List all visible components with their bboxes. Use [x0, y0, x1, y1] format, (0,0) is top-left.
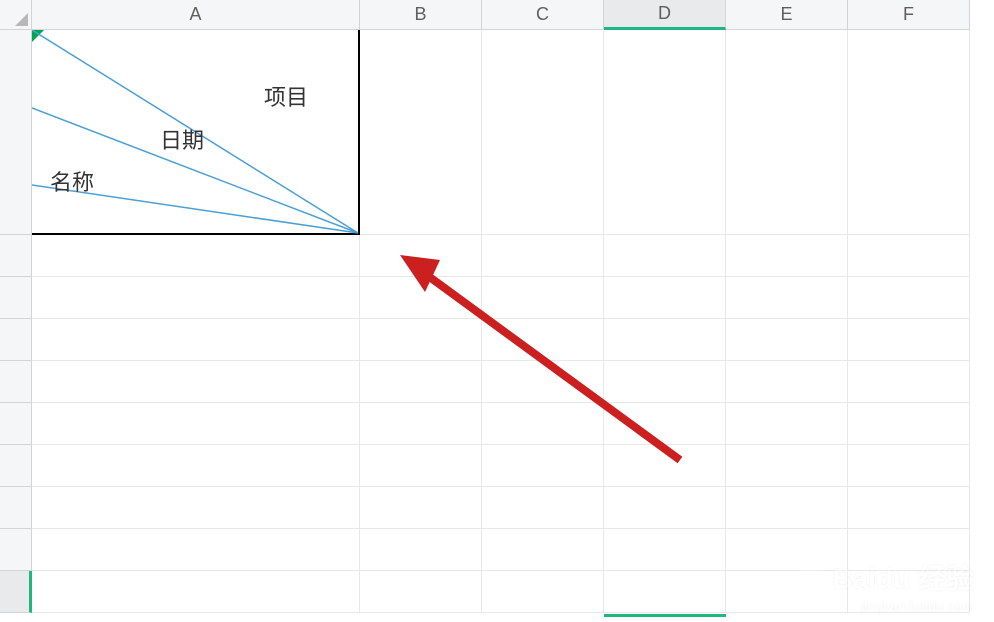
cell-d9[interactable]	[604, 529, 726, 571]
cell-f8[interactable]	[848, 487, 970, 529]
cell-c8[interactable]	[482, 487, 604, 529]
cell-e1[interactable]	[726, 30, 848, 235]
column-header-c[interactable]: C	[482, 0, 604, 30]
cell-e6[interactable]	[726, 403, 848, 445]
cell-b6[interactable]	[360, 403, 482, 445]
cell-d8[interactable]	[604, 487, 726, 529]
grid-row-5	[32, 361, 970, 403]
cell-e9[interactable]	[726, 529, 848, 571]
cell-a10[interactable]	[32, 571, 360, 613]
grid-row-1: 项目 日期 名称	[32, 30, 970, 235]
cell-d4[interactable]	[604, 319, 726, 361]
select-all-button[interactable]	[0, 0, 32, 30]
row-header-7[interactable]	[0, 445, 32, 487]
cell-b8[interactable]	[360, 487, 482, 529]
cell-c10[interactable]	[482, 571, 604, 613]
cells-grid: 项目 日期 名称	[32, 30, 970, 613]
cell-e3[interactable]	[726, 277, 848, 319]
cell-a1[interactable]: 项目 日期 名称	[32, 30, 360, 235]
cell-a8[interactable]	[32, 487, 360, 529]
cell-c3[interactable]	[482, 277, 604, 319]
column-header-e[interactable]: E	[726, 0, 848, 30]
column-header-a[interactable]: A	[32, 0, 360, 30]
cell-a1-label-project: 项目	[264, 80, 308, 112]
column-header-b[interactable]: B	[360, 0, 482, 30]
cell-d5[interactable]	[604, 361, 726, 403]
cell-c1[interactable]	[482, 30, 604, 235]
cell-f10[interactable]	[848, 571, 970, 613]
row-header-2[interactable]	[0, 235, 32, 277]
grid-row-3	[32, 277, 970, 319]
row-header-8[interactable]	[0, 487, 32, 529]
cell-a6[interactable]	[32, 403, 360, 445]
cell-a2[interactable]	[32, 235, 360, 277]
grid-row-6	[32, 403, 970, 445]
cell-f3[interactable]	[848, 277, 970, 319]
column-headers-row: A B C D E F	[0, 0, 970, 30]
cell-b10[interactable]	[360, 571, 482, 613]
cell-f9[interactable]	[848, 529, 970, 571]
cell-e5[interactable]	[726, 361, 848, 403]
cell-d3[interactable]	[604, 277, 726, 319]
cell-b4[interactable]	[360, 319, 482, 361]
cell-c9[interactable]	[482, 529, 604, 571]
row-header-5[interactable]	[0, 361, 32, 403]
grid-row-10	[32, 571, 970, 613]
cell-b2[interactable]	[360, 235, 482, 277]
cell-f2[interactable]	[848, 235, 970, 277]
cell-e2[interactable]	[726, 235, 848, 277]
cell-b3[interactable]	[360, 277, 482, 319]
cell-c4[interactable]	[482, 319, 604, 361]
row-header-3[interactable]	[0, 277, 32, 319]
cell-d1[interactable]	[604, 30, 726, 235]
cell-f4[interactable]	[848, 319, 970, 361]
column-header-d[interactable]: D	[604, 0, 726, 30]
cell-d10[interactable]	[604, 571, 726, 613]
row-header-10[interactable]	[0, 571, 32, 613]
cell-a1-label-name: 名称	[50, 165, 94, 197]
cell-f5[interactable]	[848, 361, 970, 403]
cell-e7[interactable]	[726, 445, 848, 487]
column-header-f[interactable]: F	[848, 0, 970, 30]
cell-b5[interactable]	[360, 361, 482, 403]
cell-a3[interactable]	[32, 277, 360, 319]
cell-e4[interactable]	[726, 319, 848, 361]
cell-d2[interactable]	[604, 235, 726, 277]
cell-d6[interactable]	[604, 403, 726, 445]
cell-f1[interactable]	[848, 30, 970, 235]
cell-a5[interactable]	[32, 361, 360, 403]
row-header-9[interactable]	[0, 529, 32, 571]
grid-row-7	[32, 445, 970, 487]
cell-c5[interactable]	[482, 361, 604, 403]
grid-row-8	[32, 487, 970, 529]
row-header-4[interactable]	[0, 319, 32, 361]
cell-e10[interactable]	[726, 571, 848, 613]
cell-a4[interactable]	[32, 319, 360, 361]
cell-b1[interactable]	[360, 30, 482, 235]
row-headers-column	[0, 30, 32, 613]
cell-c6[interactable]	[482, 403, 604, 445]
grid-row-4	[32, 319, 970, 361]
cell-c2[interactable]	[482, 235, 604, 277]
cell-b7[interactable]	[360, 445, 482, 487]
row-header-6[interactable]	[0, 403, 32, 445]
cell-f7[interactable]	[848, 445, 970, 487]
cell-f6[interactable]	[848, 403, 970, 445]
cell-d7[interactable]	[604, 445, 726, 487]
cell-b9[interactable]	[360, 529, 482, 571]
cell-a1-label-date: 日期	[160, 123, 204, 155]
cell-c7[interactable]	[482, 445, 604, 487]
row-header-1[interactable]	[0, 30, 32, 235]
grid-row-9	[32, 529, 970, 571]
cell-a9[interactable]	[32, 529, 360, 571]
grid-row-2	[32, 235, 970, 277]
spreadsheet-grid: A B C D E F 项目 日期 名称	[0, 0, 994, 622]
cell-e8[interactable]	[726, 487, 848, 529]
selected-column-bottom-indicator	[604, 614, 726, 617]
cell-a7[interactable]	[32, 445, 360, 487]
